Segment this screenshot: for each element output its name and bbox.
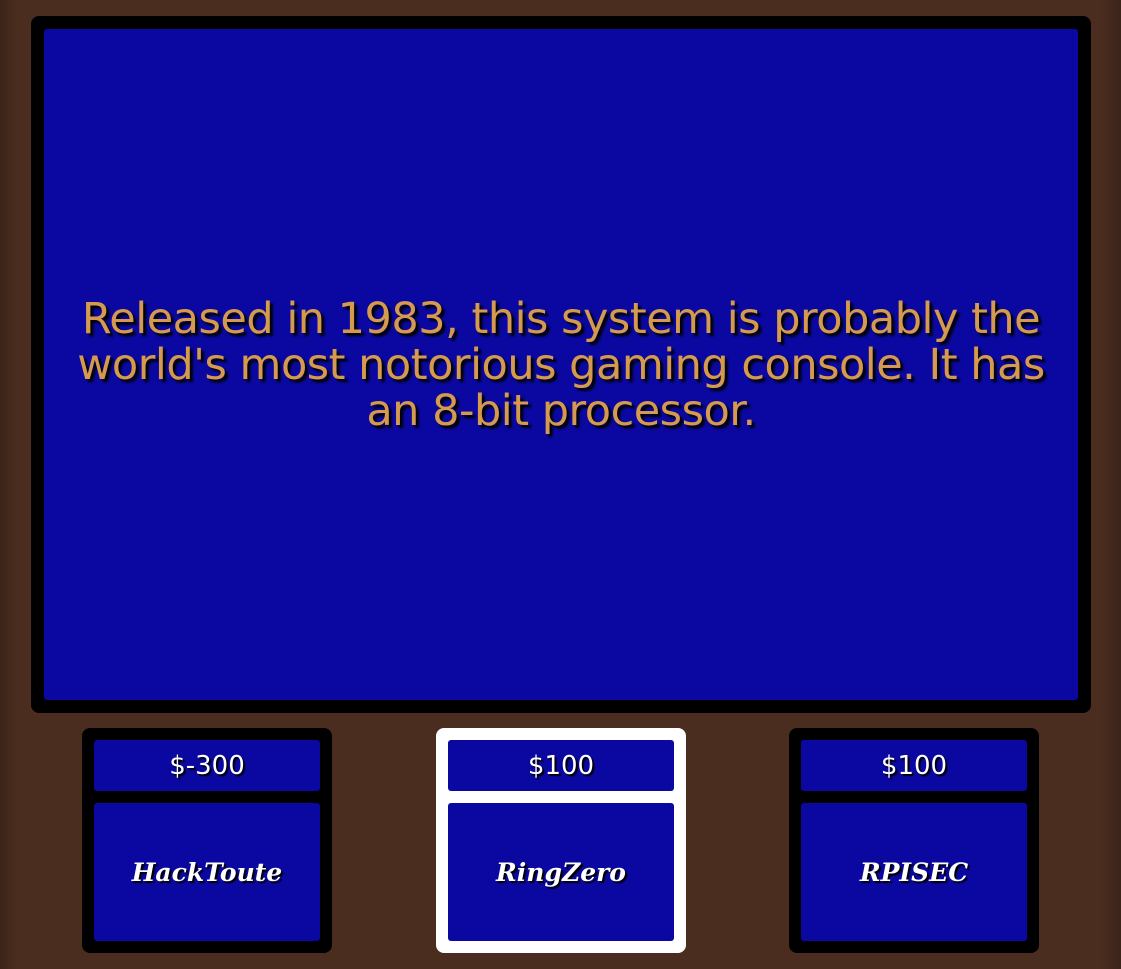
player-podium-1: $-300 HackToute: [82, 728, 332, 953]
player-podium-2: $100 RingZero: [436, 728, 686, 953]
clue-board: Released in 1983, this system is probabl…: [31, 16, 1091, 713]
player-name: RingZero: [448, 803, 674, 941]
player-score: $100: [801, 740, 1027, 791]
player-score: $-300: [94, 740, 320, 791]
player-name: HackToute: [94, 803, 320, 941]
player-score: $100: [448, 740, 674, 791]
player-podium-3: $100 RPISEC: [789, 728, 1039, 953]
clue-text: Released in 1983, this system is probabl…: [77, 293, 1045, 436]
clue-screen[interactable]: Released in 1983, this system is probabl…: [44, 29, 1078, 700]
player-name: RPISEC: [801, 803, 1027, 941]
